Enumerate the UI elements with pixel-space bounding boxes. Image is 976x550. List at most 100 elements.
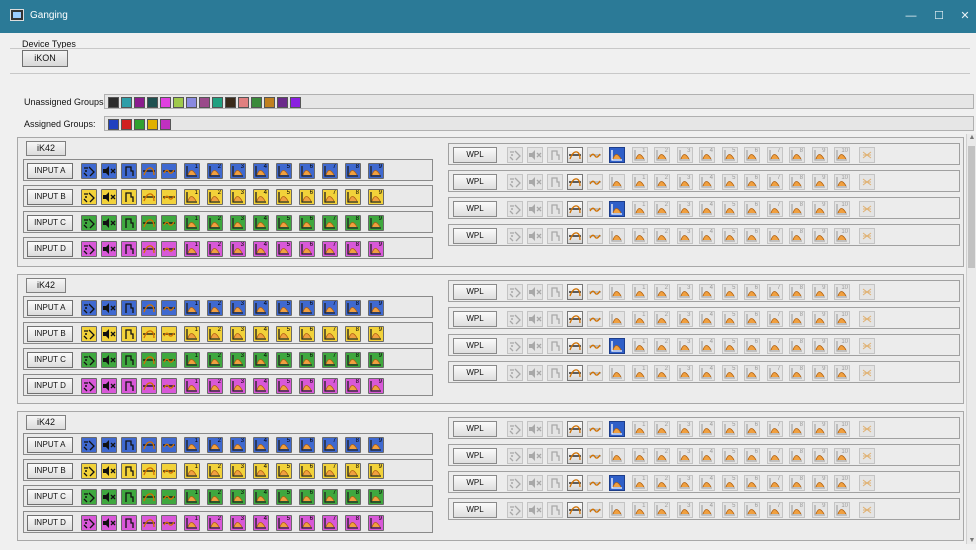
wpl-eq-band-button[interactable]: 3 <box>676 365 693 381</box>
eq-band-2-button[interactable]: 2 <box>207 189 223 205</box>
eq-band-9-button[interactable]: 9 <box>368 215 384 231</box>
gate-icon[interactable] <box>121 241 137 257</box>
wpl-eq-band-button[interactable]: 6 <box>744 365 760 381</box>
wpl-eq-band-button[interactable]: 1 <box>631 475 648 491</box>
wpl-eq-band-button[interactable]: 4 <box>699 311 715 327</box>
wpl-mute-icon[interactable] <box>527 448 543 464</box>
gate-icon[interactable] <box>121 378 137 394</box>
wpl-eq-band-button[interactable]: 3 <box>676 228 693 244</box>
wpl-gate-icon[interactable] <box>547 284 563 300</box>
wpl-eq-band-button[interactable]: 1 <box>631 338 648 354</box>
wpl-eq-band-button[interactable]: 9 <box>811 475 828 491</box>
wpl-phase-icon[interactable] <box>507 502 523 518</box>
wpl-lpf-icon[interactable] <box>587 174 603 190</box>
eq-band-5-button[interactable]: 5 <box>276 326 292 342</box>
wpl-gate-icon[interactable] <box>547 147 563 163</box>
wpl-label-button[interactable]: WPL <box>453 448 497 464</box>
wpl-eq-band-button[interactable]: 9 <box>811 338 828 354</box>
wpl-eq-band-button[interactable]: 2 <box>654 201 670 217</box>
input-label-button[interactable]: INPUT B <box>27 463 73 479</box>
gate-icon[interactable] <box>121 326 137 342</box>
mute-icon[interactable] <box>101 463 117 479</box>
mute-icon[interactable] <box>101 163 117 179</box>
group-swatch[interactable] <box>264 97 275 108</box>
wpl-eq-band-button[interactable]: 4 <box>699 228 715 244</box>
wpl-eq-band-button[interactable]: 10 <box>834 311 850 327</box>
eq-band-4-button[interactable]: 4 <box>253 489 269 505</box>
wpl-eq-band-button[interactable]: 2 <box>654 311 670 327</box>
wpl-eq-band-button[interactable]: 10 <box>834 201 850 217</box>
eq-band-4-button[interactable]: 4 <box>253 326 269 342</box>
eq-band-7-button[interactable]: 7 <box>322 352 338 368</box>
eq-band-7-button[interactable]: 7 <box>322 463 338 479</box>
wpl-eq-band-button[interactable]: 6 <box>744 201 760 217</box>
wpl-eq-band-button[interactable]: 6 <box>744 448 760 464</box>
wpl-eq-band-button[interactable] <box>609 311 625 327</box>
eq-band-3-button[interactable]: 3 <box>230 189 246 205</box>
eq-band-6-button[interactable]: 6 <box>299 463 315 479</box>
wpl-eq-band-button[interactable] <box>609 338 625 354</box>
gate-icon[interactable] <box>121 515 137 531</box>
wpl-eq-band-button[interactable]: 1 <box>631 311 648 327</box>
eq-band-6-button[interactable]: 6 <box>299 489 315 505</box>
gate-icon[interactable] <box>121 300 137 316</box>
wpl-eq-band-button[interactable]: 9 <box>811 365 828 381</box>
wpl-eq-band-button[interactable]: 1 <box>631 201 648 217</box>
group-swatch[interactable] <box>160 97 171 108</box>
wpl-eq-band-button[interactable]: 6 <box>744 475 760 491</box>
wpl-eq-band-button[interactable]: 8 <box>789 338 805 354</box>
group-swatch[interactable] <box>277 97 288 108</box>
wpl-eq-band-button[interactable]: 4 <box>699 502 715 518</box>
wpl-eq-band-button[interactable]: 4 <box>699 284 715 300</box>
hpf-icon[interactable] <box>141 352 157 368</box>
group-swatch[interactable] <box>212 97 223 108</box>
wpl-eq-band-button[interactable]: 3 <box>676 174 693 190</box>
group-swatch[interactable] <box>147 97 158 108</box>
wpl-eq-band-button[interactable]: 4 <box>699 338 715 354</box>
phase-icon[interactable] <box>81 352 97 368</box>
lpf-icon[interactable] <box>161 352 177 368</box>
eq-band-3-button[interactable]: 3 <box>230 241 246 257</box>
wpl-eq-band-button[interactable]: 1 <box>631 228 648 244</box>
wpl-phase-icon[interactable] <box>507 421 523 437</box>
eq-band-8-button[interactable]: 8 <box>345 352 361 368</box>
wpl-phase-icon[interactable] <box>507 448 523 464</box>
eq-band-1-button[interactable]: 1 <box>184 489 200 505</box>
wpl-eq-band-button[interactable]: 5 <box>721 174 738 190</box>
group-swatch[interactable] <box>238 97 249 108</box>
eq-band-6-button[interactable]: 6 <box>299 352 315 368</box>
wpl-eq-band-button[interactable]: 9 <box>811 284 828 300</box>
vertical-scrollbar[interactable]: ▲ ▼ <box>966 134 976 544</box>
wpl-eq-band-button[interactable]: 3 <box>676 421 693 437</box>
eq-band-1-button[interactable]: 1 <box>184 378 200 394</box>
wpl-eq-band-button[interactable]: 4 <box>699 147 715 163</box>
input-label-button[interactable]: INPUT B <box>27 189 73 205</box>
wpl-eq-band-button[interactable]: 10 <box>834 448 850 464</box>
eq-band-9-button[interactable]: 9 <box>368 163 384 179</box>
eq-band-3-button[interactable]: 3 <box>230 489 246 505</box>
eq-band-7-button[interactable]: 7 <box>322 489 338 505</box>
wpl-phase-icon[interactable] <box>507 147 523 163</box>
eq-band-3-button[interactable]: 3 <box>230 352 246 368</box>
eq-band-5-button[interactable]: 5 <box>276 515 292 531</box>
lpf-icon[interactable] <box>161 515 177 531</box>
wpl-eq-band-button[interactable] <box>609 475 625 491</box>
wpl-eq-band-button[interactable]: 8 <box>789 284 805 300</box>
phase-icon[interactable] <box>81 437 97 453</box>
wpl-eq-band-button[interactable]: 1 <box>631 421 648 437</box>
wpl-eq-band-button[interactable]: 1 <box>631 448 648 464</box>
eq-band-8-button[interactable]: 8 <box>345 215 361 231</box>
wpl-filter-icon[interactable] <box>859 475 875 491</box>
wpl-eq-band-button[interactable]: 9 <box>811 502 828 518</box>
wpl-hpf-icon[interactable] <box>567 502 583 518</box>
phase-icon[interactable] <box>81 241 97 257</box>
wpl-filter-icon[interactable] <box>859 147 875 163</box>
wpl-eq-band-button[interactable]: 1 <box>631 502 648 518</box>
eq-band-8-button[interactable]: 8 <box>345 489 361 505</box>
eq-band-4-button[interactable]: 4 <box>253 437 269 453</box>
wpl-filter-icon[interactable] <box>859 338 875 354</box>
hpf-icon[interactable] <box>141 300 157 316</box>
input-label-button[interactable]: INPUT D <box>27 241 73 257</box>
wpl-eq-band-button[interactable]: 6 <box>744 228 760 244</box>
eq-band-7-button[interactable]: 7 <box>322 300 338 316</box>
